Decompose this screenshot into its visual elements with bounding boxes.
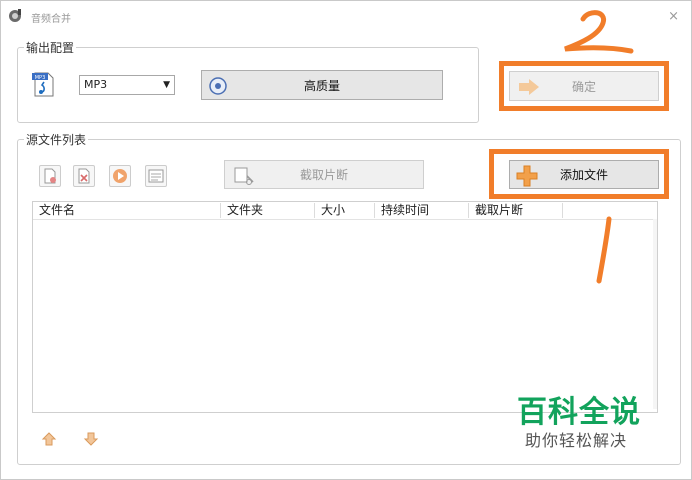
table-scrollbar[interactable] [653,219,657,409]
play-button[interactable] [109,165,131,187]
move-down-icon[interactable] [83,431,99,447]
chevron-down-icon: ▼ [163,80,170,90]
properties-button[interactable] [145,165,167,187]
format-select-value: MP3 [84,78,108,91]
app-window: 音频合并 × 输出配置 MP3 MP3 ▼ 高质量 确定 源文件列表 截取片断 … [0,0,692,480]
file-list-table[interactable]: 文件名 文件夹 大小 持续时间 截取片断 [32,201,658,413]
format-select[interactable]: MP3 ▼ [79,75,175,95]
close-icon[interactable]: × [668,9,679,24]
annotation-number-2 [564,10,634,54]
window-title: 音频合并 [31,14,71,25]
move-up-icon[interactable] [41,431,57,447]
audio-merge-app-icon [9,9,21,22]
quality-button[interactable]: 高质量 [201,70,443,100]
column-header-folder[interactable]: 文件夹 [221,203,315,218]
column-header-size[interactable]: 大小 [315,203,375,218]
remove-file-button[interactable] [39,165,61,187]
quality-disc-icon [209,77,227,95]
play-icon [113,169,127,183]
clip-segment-label: 截取片断 [299,168,348,182]
column-header-clip[interactable]: 截取片断 [469,203,563,218]
watermark-subtitle: 助你轻松解决 [525,431,628,450]
clip-segment-button[interactable]: 截取片断 [224,160,424,189]
properties-icon [148,169,164,183]
mp3-file-icon: MP3 [32,72,54,97]
watermark-title: 百科全说 [517,395,641,430]
quality-button-label: 高质量 [303,78,340,93]
svg-text:MP3: MP3 [35,75,46,81]
table-header: 文件名 文件夹 大小 持续时间 截取片断 [33,202,657,220]
remove-file-icon [44,168,56,184]
column-header-duration[interactable]: 持续时间 [375,203,469,218]
output-config-legend: 输出配置 [24,39,77,56]
annotation-box-confirm [499,61,669,111]
column-header-filename[interactable]: 文件名 [33,203,221,218]
source-files-legend: 源文件列表 [24,131,89,148]
clear-files-button[interactable] [73,165,95,187]
annotation-box-add-file [489,149,669,199]
annotation-number-1 [596,216,612,284]
clear-files-icon [78,168,90,184]
scissors-icon [234,167,254,185]
